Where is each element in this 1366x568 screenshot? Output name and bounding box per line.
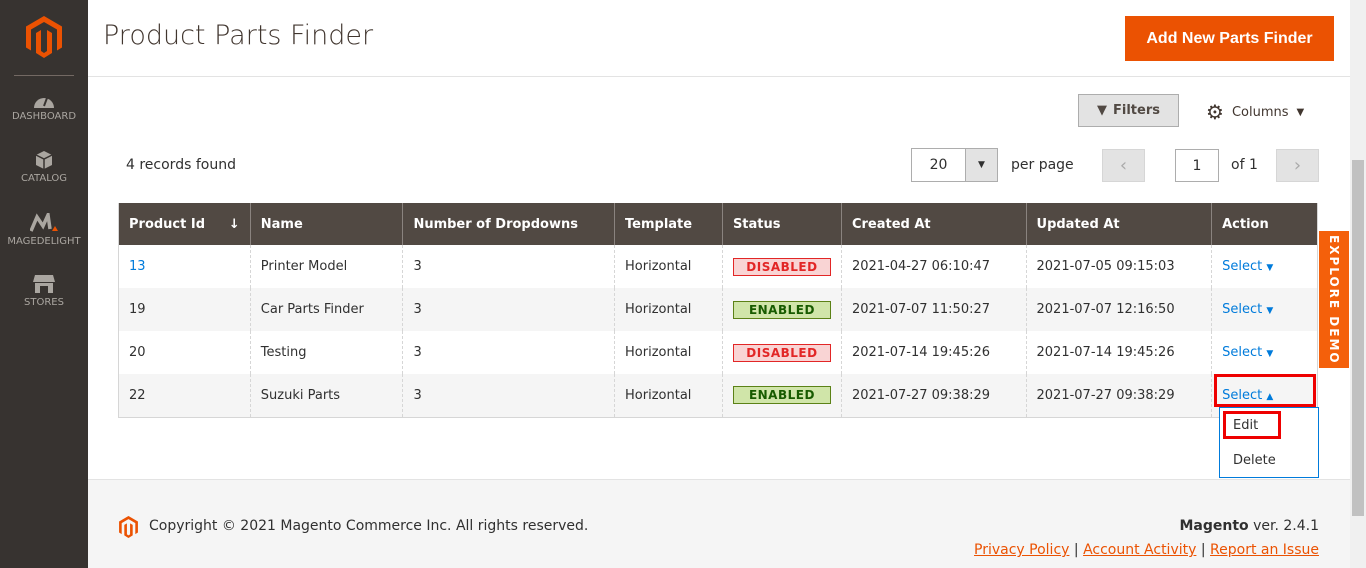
parts-finder-grid: Product Id ↓ Name Number of Dropdowns Tem… <box>118 203 1318 418</box>
sidebar-divider <box>14 75 74 76</box>
table-row: 22 Suzuki Parts 3 Horizontal ENABLED 2021-07-… <box>118 374 1318 418</box>
footer: Copyright © 2021 Magento Commerce Inc. A… <box>88 479 1350 568</box>
column-header-status[interactable]: Status <box>721 203 842 245</box>
page-header: Product Parts Finder Add New Parts Finde… <box>88 0 1350 77</box>
box-icon <box>35 151 53 169</box>
chevron-down-icon: ▼ <box>965 149 997 181</box>
magento-logo-icon[interactable] <box>26 16 62 58</box>
filter-icon: ▼ <box>1097 103 1107 118</box>
page-title: Product Parts Finder <box>103 20 374 51</box>
footer-links: Privacy Policy | Account Activity | Repo… <box>974 542 1319 558</box>
status-badge: DISABLED <box>732 343 831 362</box>
status-badge: ENABLED <box>732 300 831 319</box>
gear-icon: ⚙ <box>1206 100 1224 124</box>
table-row: 19 Car Parts Finder 3 Horizontal ENABLED 2021… <box>118 288 1318 331</box>
table-row: 20 Testing 3 Horizontal DISABLED 2021-07-14 1… <box>119 331 1318 374</box>
menu-item-delete[interactable]: Delete <box>1233 453 1276 468</box>
table-row: 13 Printer Model 3 Horizontal DISABLED 2021-0… <box>119 245 1318 288</box>
sort-arrow-icon: ↓ <box>228 216 240 232</box>
status-badge: ENABLED <box>732 386 831 405</box>
sidebar-item-catalog[interactable]: CATALOG <box>0 150 88 184</box>
version: Magento ver. 2.4.1 <box>1179 518 1319 534</box>
column-header-name[interactable]: Name <box>249 203 403 245</box>
sidebar-item-stores[interactable]: STORES <box>0 274 88 308</box>
privacy-policy-link[interactable]: Privacy Policy <box>974 542 1069 558</box>
column-header-updated-at[interactable]: Updated At <box>1025 203 1212 245</box>
add-new-parts-finder-button[interactable]: Add New Parts Finder <box>1125 16 1334 61</box>
caret-down-icon: ▼ <box>1296 106 1305 118</box>
dashboard-icon <box>34 97 54 108</box>
per-page-select[interactable]: 20 ▼ <box>911 148 998 182</box>
prev-page-button[interactable]: ‹ <box>1102 149 1145 182</box>
magento-logo-icon <box>119 516 138 538</box>
highlight-box <box>1214 374 1316 407</box>
magedelight-icon <box>30 213 58 232</box>
action-select[interactable]: Select ▼ <box>1211 288 1318 331</box>
account-activity-link[interactable]: Account Activity <box>1083 542 1196 558</box>
records-count: 4 records found <box>126 157 236 173</box>
columns-button[interactable]: ⚙ Columns ▼ <box>1206 100 1304 124</box>
report-issue-link[interactable]: Report an Issue <box>1210 542 1319 558</box>
scrollbar-thumb[interactable] <box>1352 160 1364 516</box>
sidebar: DASHBOARD CATALOG MAGEDELIGHT STORES <box>0 0 88 568</box>
sidebar-item-magedelight[interactable]: MAGEDELIGHT <box>0 213 88 247</box>
column-header-template[interactable]: Template <box>614 203 723 245</box>
copyright: Copyright © 2021 Magento Commerce Inc. A… <box>149 518 589 534</box>
filters-button[interactable]: ▼ Filters <box>1078 94 1179 127</box>
column-header-dropdowns[interactable]: Number of Dropdowns <box>402 203 615 245</box>
column-header-created-at[interactable]: Created At <box>840 203 1027 245</box>
sidebar-item-dashboard[interactable]: DASHBOARD <box>0 92 88 122</box>
page-input[interactable]: 1 <box>1175 149 1219 182</box>
page-total: of 1 <box>1231 157 1258 173</box>
column-header-product-id[interactable]: Product Id ↓ <box>118 203 251 245</box>
explore-demo-tab[interactable]: EXPLORE DEMO <box>1319 231 1349 368</box>
highlight-box <box>1223 411 1281 439</box>
store-icon <box>33 275 55 293</box>
caret-down-icon: ▼ <box>1266 349 1274 359</box>
per-page-label: per page <box>1011 157 1074 173</box>
caret-down-icon: ▼ <box>1266 263 1274 273</box>
caret-down-icon: ▼ <box>1266 306 1274 316</box>
next-page-button[interactable]: › <box>1276 149 1319 182</box>
action-select[interactable]: Select ▼ <box>1211 331 1318 374</box>
status-badge: DISABLED <box>732 257 831 276</box>
column-header-action: Action <box>1211 203 1318 245</box>
action-select[interactable]: Select ▼ <box>1211 245 1318 288</box>
